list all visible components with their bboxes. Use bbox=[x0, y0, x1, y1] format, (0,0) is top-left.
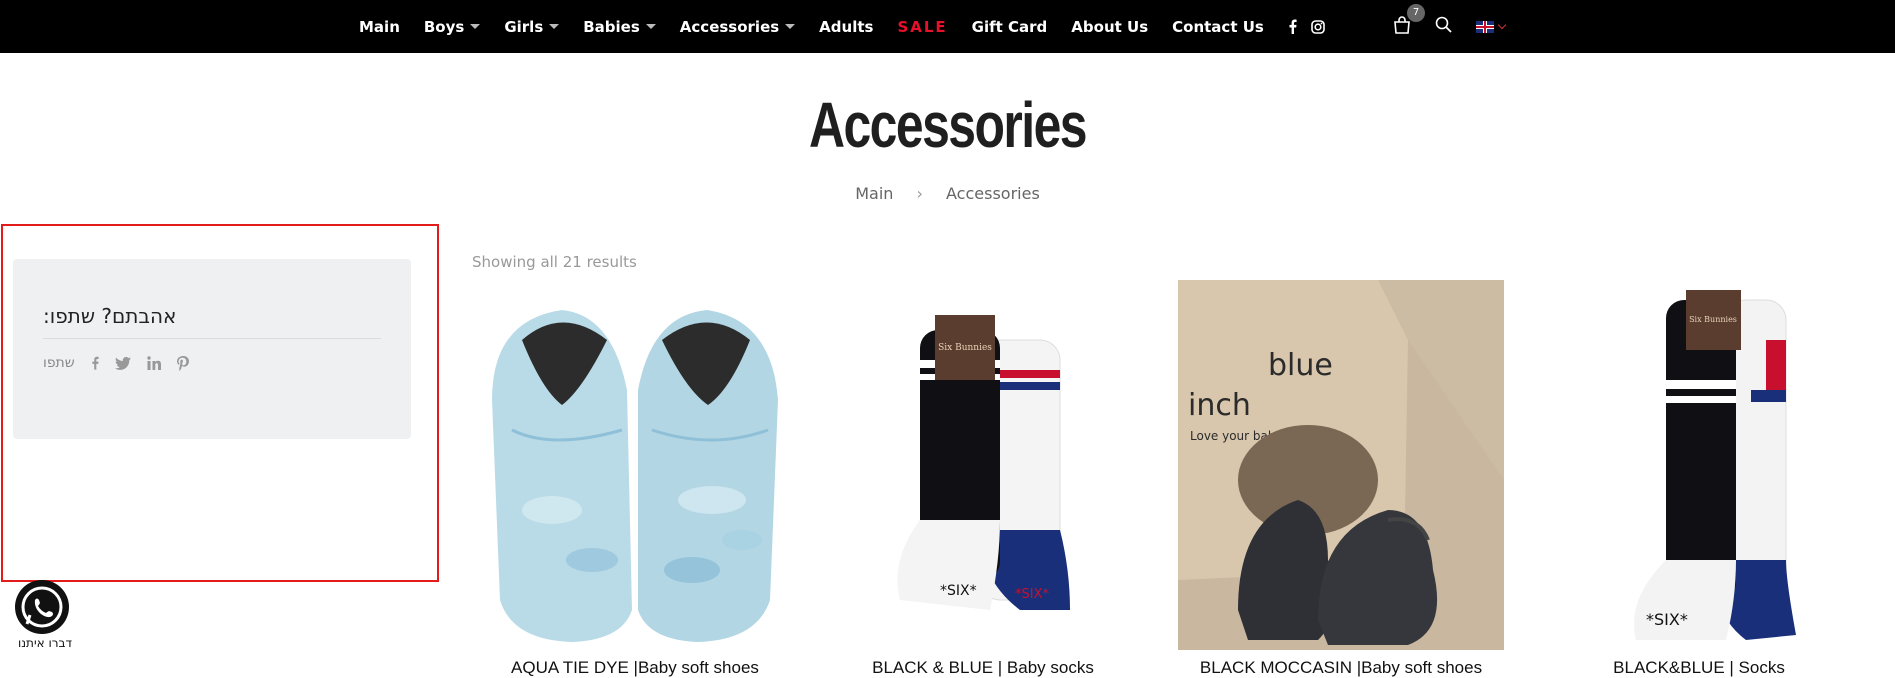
nav-item-contact-us[interactable]: Contact Us bbox=[1172, 18, 1264, 36]
nav-item-main[interactable]: Main bbox=[359, 18, 400, 36]
search-icon[interactable] bbox=[1435, 16, 1452, 37]
chevron-down-icon bbox=[470, 24, 481, 29]
breadcrumb-link-main[interactable]: Main bbox=[855, 184, 893, 203]
nav-item-adults[interactable]: Adults bbox=[819, 18, 873, 36]
share-title: אהבתם? שתפו: bbox=[43, 304, 381, 339]
cart-button[interactable]: 7 bbox=[1393, 3, 1425, 38]
nav-item-about-us[interactable]: About Us bbox=[1071, 18, 1148, 36]
breadcrumb: Main › Accessories bbox=[0, 184, 1895, 203]
twitter-icon[interactable] bbox=[114, 356, 131, 370]
facebook-icon[interactable] bbox=[1288, 19, 1297, 34]
page-title: Accessories bbox=[808, 89, 1088, 161]
share-links: שתפו bbox=[43, 355, 189, 371]
product-name[interactable]: BLACK MOCCASIN |Baby soft shoes bbox=[1178, 658, 1504, 678]
instagram-icon[interactable] bbox=[1311, 19, 1325, 34]
linkedin-icon[interactable] bbox=[146, 356, 161, 370]
facebook-icon[interactable] bbox=[91, 356, 99, 370]
share-label: שתפו bbox=[43, 355, 75, 371]
product-card[interactable]: AQUA TIE DYE |Baby soft shoes bbox=[472, 280, 798, 677]
whatsapp-icon bbox=[15, 580, 69, 634]
product-image[interactable]: Six Bunnies *SIX* *SIX* bbox=[820, 280, 1146, 650]
share-widget: אהבתם? שתפו: שתפו bbox=[13, 259, 411, 439]
nav-item-girls[interactable]: Girls bbox=[504, 18, 560, 36]
cart-count-badge: 7 bbox=[1407, 3, 1425, 22]
social-links bbox=[1288, 19, 1339, 34]
pinterest-icon[interactable] bbox=[176, 355, 189, 371]
nav-item-babies[interactable]: Babies bbox=[583, 18, 656, 36]
chevron-down-icon bbox=[549, 24, 560, 29]
chevron-down-icon bbox=[645, 24, 656, 29]
svg-text:*SIX*: *SIX* bbox=[940, 583, 977, 599]
product-name[interactable]: BLACK&BLUE | Socks bbox=[1536, 658, 1862, 678]
product-image[interactable]: Six Bunnies *SIX* *SIX* bbox=[1536, 280, 1862, 650]
chevron-down-icon bbox=[785, 24, 796, 29]
nav-item-boys[interactable]: Boys bbox=[424, 18, 481, 36]
product-name[interactable]: AQUA TIE DYE |Baby soft shoes bbox=[472, 658, 798, 678]
nav-item-gift-card[interactable]: Gift Card bbox=[972, 18, 1048, 36]
svg-text:Six Bunnies: Six Bunnies bbox=[938, 343, 992, 353]
svg-text:*SIX*: *SIX* bbox=[1646, 610, 1688, 629]
product-card[interactable]: inch blue Love your baby's feet.. BLACK … bbox=[1178, 280, 1504, 677]
product-image[interactable] bbox=[472, 280, 798, 650]
whatsapp-chat-button[interactable]: דברו איתנו bbox=[10, 580, 80, 650]
svg-text:*SIX*: *SIX* bbox=[1736, 608, 1773, 624]
nav-item-sale[interactable]: SALE bbox=[897, 18, 947, 36]
chevron-down-icon bbox=[1497, 20, 1507, 29]
product-card[interactable]: Six Bunnies *SIX* *SIX* BLACK&BLUE | Soc… bbox=[1536, 280, 1862, 677]
svg-text:blue: blue bbox=[1268, 348, 1333, 383]
nav-item-accessories[interactable]: Accessories bbox=[680, 18, 796, 36]
language-switcher[interactable] bbox=[1476, 20, 1507, 33]
product-card[interactable]: Six Bunnies *SIX* *SIX* BLACK & BLUE | B… bbox=[820, 280, 1146, 677]
svg-text:inch: inch bbox=[1188, 388, 1251, 423]
whatsapp-label: דברו איתנו bbox=[17, 636, 72, 650]
svg-text:Six Bunnies: Six Bunnies bbox=[1689, 315, 1737, 324]
header-actions: 7 bbox=[1393, 0, 1507, 53]
product-name[interactable]: BLACK & BLUE | Baby socks bbox=[820, 658, 1146, 678]
product-image[interactable]: inch blue Love your baby's feet.. bbox=[1178, 280, 1504, 650]
breadcrumb-current: Accessories bbox=[946, 184, 1040, 203]
top-navigation-bar: Main Boys Girls Babies Accessories Adult… bbox=[0, 0, 1895, 53]
svg-text:*SIX*: *SIX* bbox=[1015, 587, 1049, 602]
chevron-right-icon: › bbox=[916, 184, 923, 203]
uk-flag-icon bbox=[1476, 20, 1494, 33]
results-count: Showing all 21 results bbox=[472, 253, 637, 271]
main-nav: Main Boys Girls Babies Accessories Adult… bbox=[359, 0, 1339, 53]
